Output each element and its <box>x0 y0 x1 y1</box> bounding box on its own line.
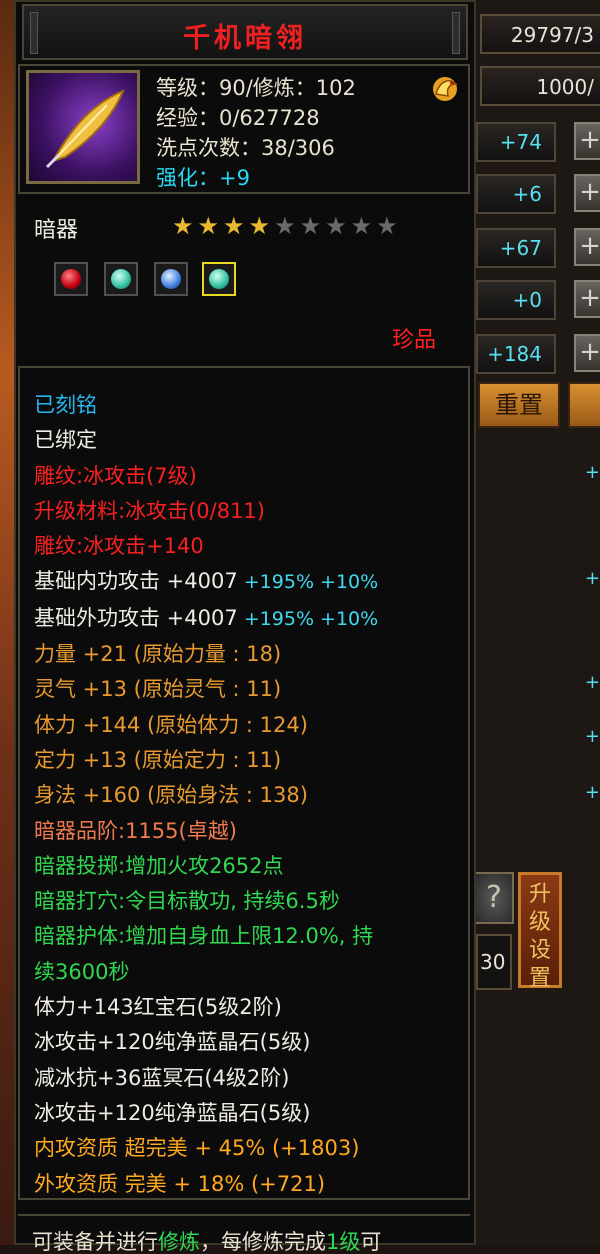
engraved-status: 已刻铭 <box>34 393 97 417</box>
panel-marker: + <box>584 462 600 483</box>
add-stat-button[interactable]: + <box>574 122 600 160</box>
star-empty-icon: ★ <box>325 212 351 240</box>
star-empty-icon: ★ <box>376 212 402 240</box>
feather-dart-icon <box>26 70 140 184</box>
item-wash-count: 洗点次数：38/306 <box>156 136 335 160</box>
upgrade-settings-button[interactable]: 升级设置 <box>518 872 562 991</box>
emerald-gem-icon[interactable] <box>104 262 138 296</box>
add-stat-button[interactable]: + <box>574 174 600 212</box>
stat-value: +67 <box>476 228 556 268</box>
mp-readout: 1000/ <box>480 66 600 106</box>
tooltip-title-bar: 千机暗翎 <box>22 4 468 60</box>
inner-attack-line: 基础内功攻击 +4007 +195% +10% <box>34 564 464 600</box>
stat-value: +0 <box>476 280 556 320</box>
gem-socket-line: 冰攻击+120纯净蓝晶石(5级) <box>34 1100 311 1125</box>
outer-aptitude-line: 外攻资质 完美 + 18% (+721) <box>34 1171 326 1196</box>
inner-aptitude-line: 内攻资质 超完美 + 45% (+1803) <box>34 1136 360 1161</box>
star-empty-icon: ★ <box>350 212 377 240</box>
star-filled-icon: ★ <box>172 212 198 240</box>
stat-value: +6 <box>476 174 556 214</box>
acupoint-effect-line: 暗器打穴:令目标散功, 持续6.5秒 <box>34 889 340 914</box>
stamina-line: 体力 +144 (原始体力 : 124) <box>34 712 308 737</box>
grade-line: 暗器品阶:1155(卓越) <box>34 818 237 843</box>
star-empty-icon: ★ <box>274 212 300 240</box>
footer-text: 可装备并进行 <box>32 1230 158 1254</box>
carving-bonus-line: 雕纹:冰攻击+140 <box>34 534 204 559</box>
item-enhance: 强化：+9 <box>156 166 250 190</box>
guard-effect-duration: 续3600秒 <box>34 959 130 984</box>
spirit-line: 灵气 +13 (原始灵气 : 11) <box>34 677 282 702</box>
emerald-gem-icon[interactable] <box>202 262 236 296</box>
stat-value: +184 <box>476 334 556 374</box>
strength-line: 力量 +21 (原始力量 : 18) <box>34 642 282 667</box>
footer-text: ，每修炼完成 <box>200 1230 326 1254</box>
help-button[interactable]: ? <box>474 872 514 924</box>
tooltip-footer-hint: 可装备并进行修炼，每修炼完成1级可 <box>18 1214 470 1254</box>
sapphire-gem-icon[interactable] <box>154 262 188 296</box>
focus-line: 定力 +13 (原始定力 : 11) <box>34 747 282 772</box>
gem-socket-line: 减冰抗+36蓝冥石(4级2阶) <box>34 1065 290 1090</box>
hp-readout: 29797/3 <box>480 14 600 54</box>
stat-value: +74 <box>476 122 556 162</box>
item-exp: 经验：0/627728 <box>156 106 320 130</box>
rarity-label: 珍品 <box>392 328 437 353</box>
gem-socket-line: 体力+143红宝石(5级2阶) <box>34 995 282 1020</box>
inner-attack-bonus: +195% +10% <box>237 571 379 594</box>
star-rating: ★★★★★★★★★ <box>172 212 402 240</box>
confirm-button[interactable] <box>568 382 600 428</box>
throw-effect-line: 暗器投掷:增加火攻2652点 <box>34 853 284 878</box>
footer-highlight: 修炼 <box>158 1230 200 1254</box>
item-level: 等级：90/修炼：102 <box>156 76 356 100</box>
add-stat-button[interactable]: + <box>574 228 600 266</box>
star-filled-icon: ★ <box>197 212 224 240</box>
star-empty-icon: ★ <box>299 212 326 240</box>
gem-socket-line: 冰攻击+120纯净蓝晶石(5级) <box>34 1030 311 1055</box>
bound-status: 已绑定 <box>34 428 97 453</box>
panel-marker: + <box>584 672 600 693</box>
reset-button[interactable]: 重置 <box>478 382 560 428</box>
add-stat-button[interactable]: + <box>574 280 600 318</box>
panel-marker: + <box>584 726 600 747</box>
item-category: 暗器 <box>34 218 79 243</box>
guard-effect-line: 暗器护体:增加自身血上限12.0%, 持 <box>34 924 374 949</box>
item-attribute-list: 已刻铭 已绑定 雕纹:冰攻击(7级) 升级材料:冰攻击(0/811) 雕纹:冰攻… <box>34 388 464 1202</box>
upgrade-settings-label: 升级设置 <box>528 882 551 991</box>
add-stat-button[interactable]: + <box>574 334 600 372</box>
footer-text: 可 <box>360 1230 382 1254</box>
item-name: 千机暗翎 <box>183 23 307 54</box>
inner-attack-text: 基础内功攻击 +4007 <box>34 569 238 594</box>
star-filled-icon: ★ <box>223 212 249 240</box>
star-filled-icon: ★ <box>248 212 275 240</box>
outer-attack-line: 基础外功攻击 +4007 +195% +10% <box>34 601 464 637</box>
side-number: 30 <box>476 934 512 990</box>
dragon-badge-icon <box>428 72 462 106</box>
outer-attack-text: 基础外功攻击 +4007 <box>34 605 238 630</box>
carving-line: 雕纹:冰攻击(7级) <box>34 463 197 488</box>
upgrade-material-line: 升级材料:冰攻击(0/811) <box>34 498 265 523</box>
panel-marker: + <box>584 782 600 803</box>
footer-highlight: 1级 <box>326 1230 361 1254</box>
ruby-gem-icon[interactable] <box>54 262 88 296</box>
outer-attack-bonus: +195% +10% <box>237 607 379 630</box>
agility-line: 身法 +160 (原始身法 : 138) <box>34 783 308 808</box>
panel-marker: + <box>584 568 600 589</box>
